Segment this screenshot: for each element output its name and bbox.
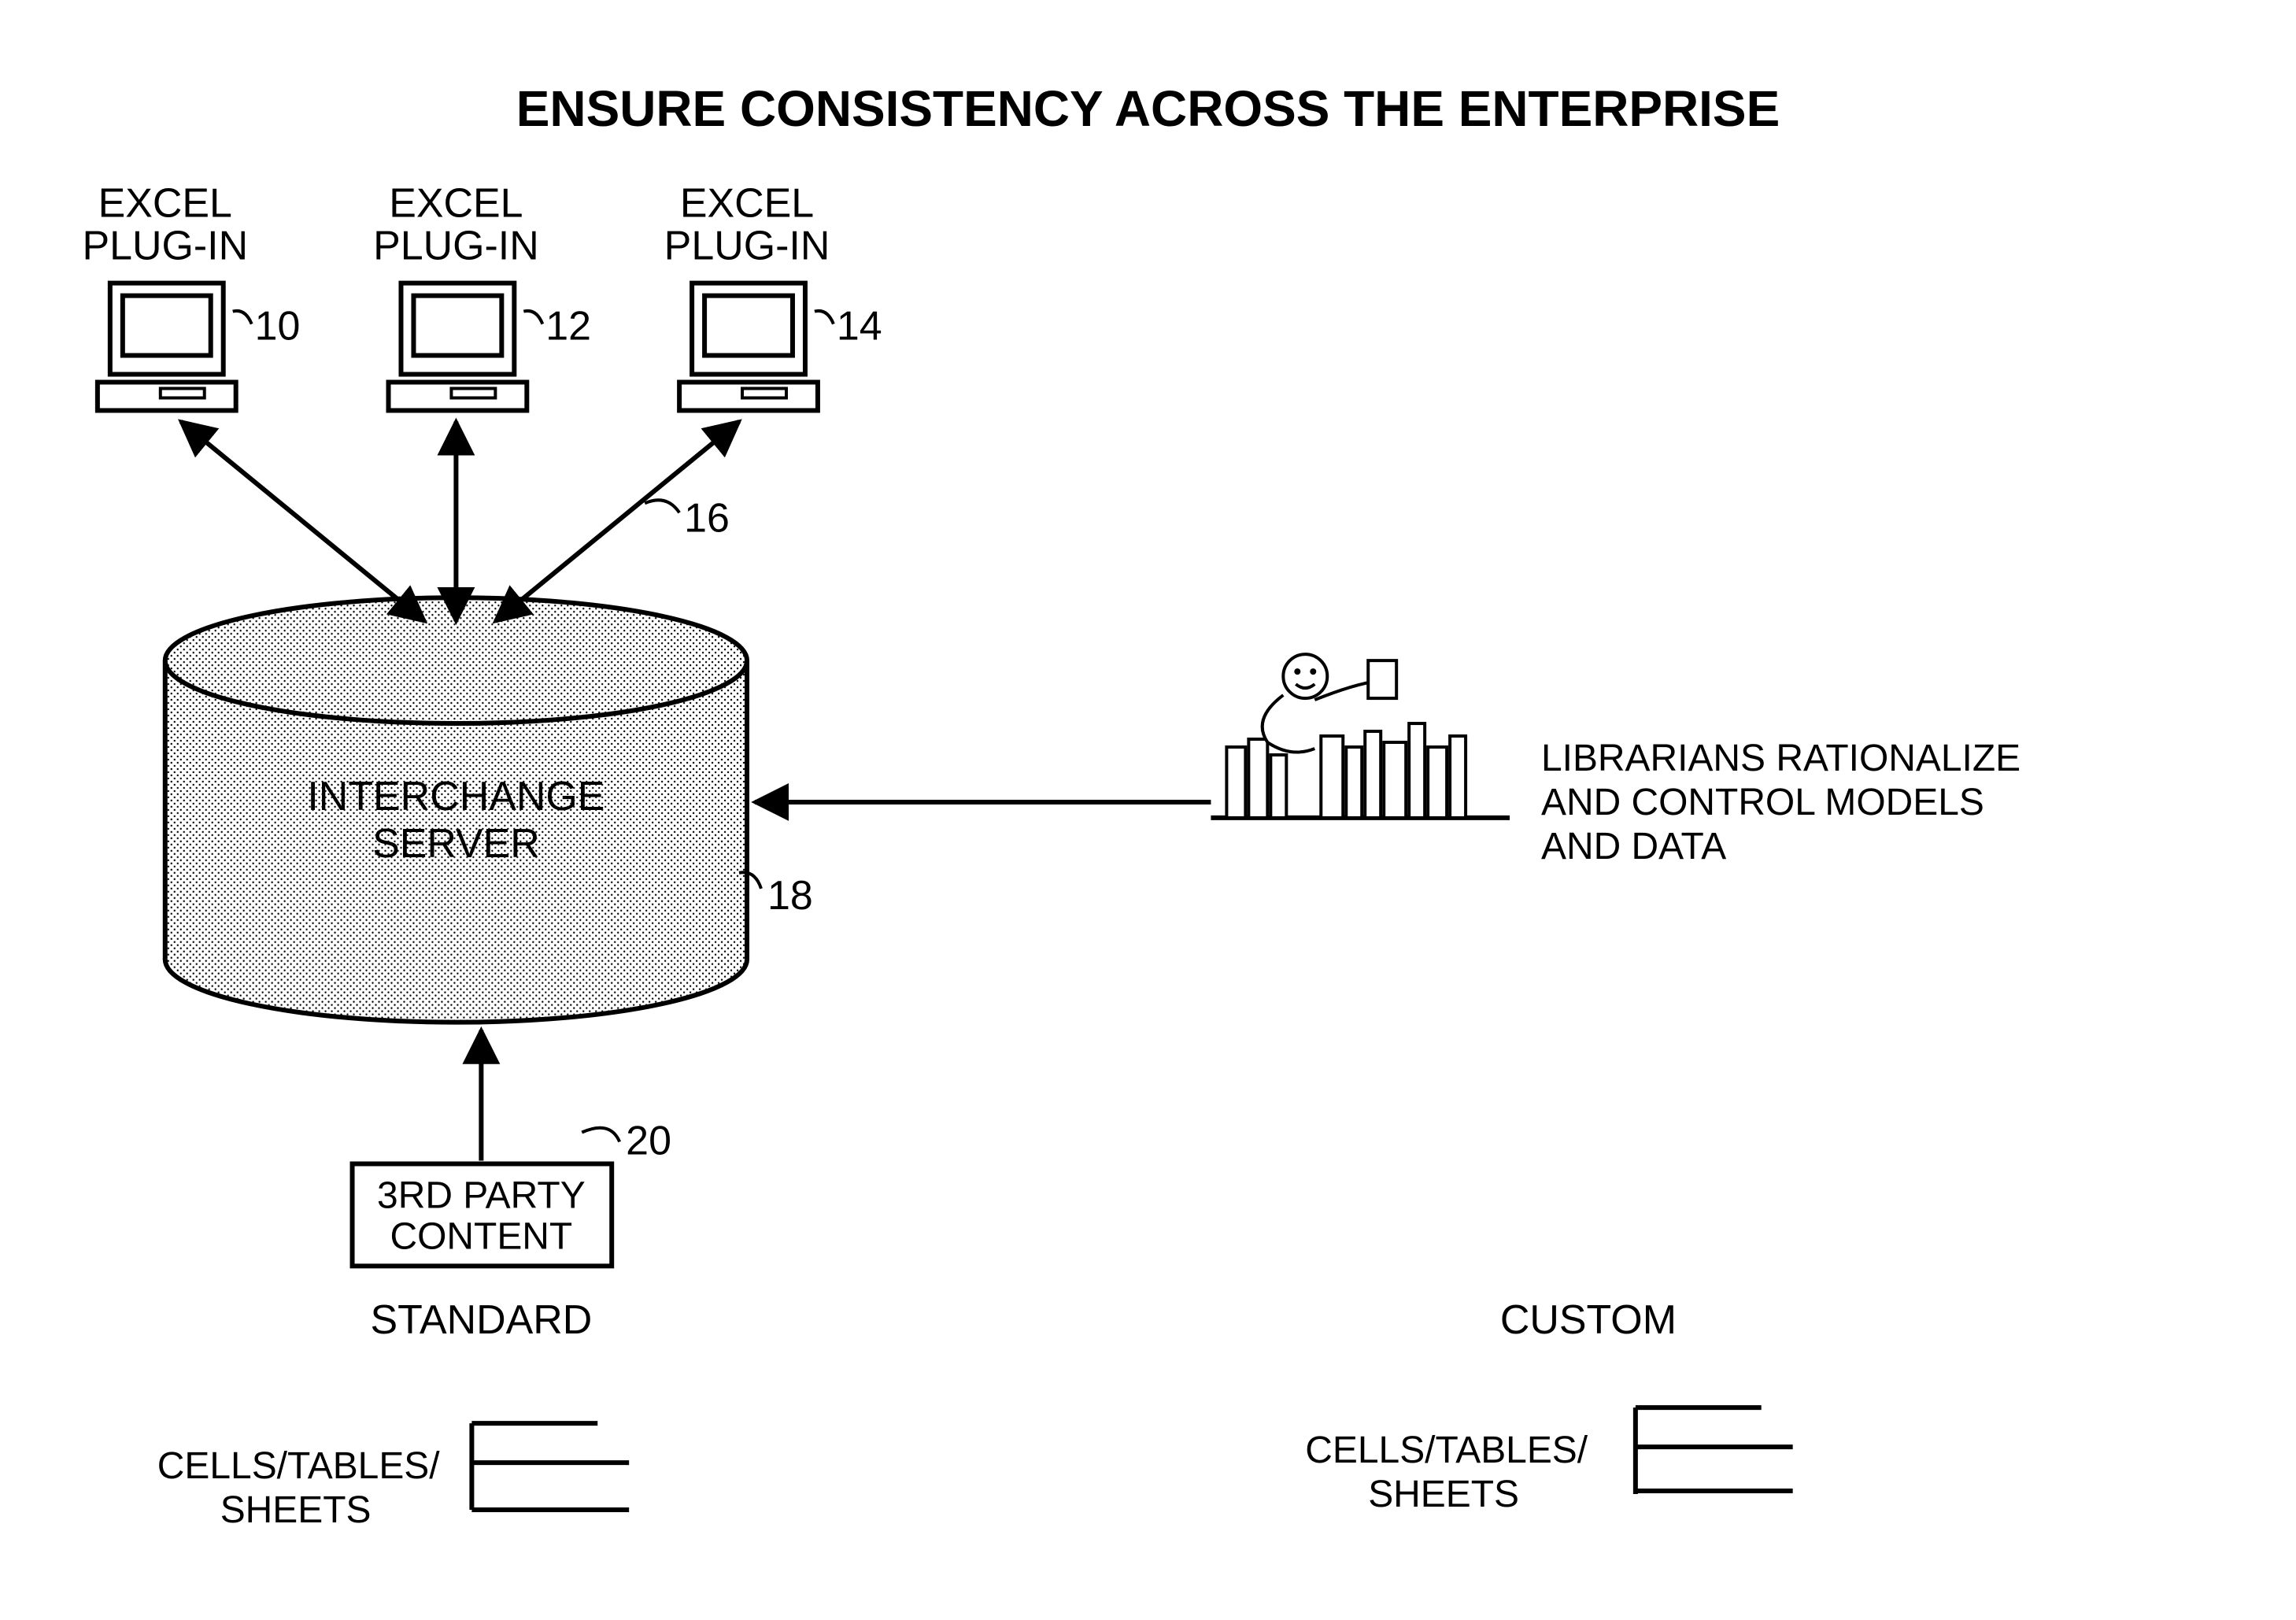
leader-line xyxy=(523,311,542,324)
standard-sheets-icon xyxy=(471,1423,629,1510)
link-ref: 16 xyxy=(684,495,730,541)
client-pc-2: EXCEL PLUG-IN 12 xyxy=(373,181,591,411)
computer-icon xyxy=(98,283,236,411)
librarian-text-3: AND DATA xyxy=(1541,826,1726,867)
standard-line2: SHEETS xyxy=(220,1489,372,1531)
leader-line xyxy=(582,1128,619,1142)
third-party-label-2: CONTENT xyxy=(390,1215,573,1257)
leader-line xyxy=(645,500,679,512)
interchange-server: INTERCHANGE SERVER 18 xyxy=(165,597,813,1022)
client-pc-3: EXCEL PLUG-IN 14 xyxy=(664,181,882,411)
third-party-label-1: 3RD PARTY xyxy=(377,1174,586,1216)
client-2-label1: EXCEL xyxy=(389,181,523,227)
diagram-title: ENSURE CONSISTENCY ACROSS THE ENTERPRISE xyxy=(516,80,1780,137)
custom-sheets-icon xyxy=(1636,1407,1793,1494)
client-2-ref: 12 xyxy=(545,304,591,350)
librarian-text-2: AND CONTROL MODELS xyxy=(1541,782,1984,823)
link-client1-server xyxy=(181,421,425,621)
client-3-ref: 14 xyxy=(837,304,882,350)
leader-line xyxy=(815,311,834,324)
computer-icon xyxy=(388,283,527,411)
client-1-ref: 10 xyxy=(255,304,301,350)
custom-line1: CELLS/TABLES/ xyxy=(1305,1430,1588,1471)
client-3-label1: EXCEL xyxy=(680,181,814,227)
server-ref: 18 xyxy=(767,873,813,919)
librarian-icon xyxy=(1211,654,1510,818)
custom-line2: SHEETS xyxy=(1368,1474,1519,1515)
computer-icon xyxy=(679,283,818,411)
client-2-label2: PLUG-IN xyxy=(373,224,539,269)
server-label-2: SERVER xyxy=(372,821,540,867)
standard-heading: STANDARD xyxy=(370,1297,592,1343)
standard-line1: CELLS/TABLES/ xyxy=(157,1445,440,1487)
custom-heading: CUSTOM xyxy=(1500,1297,1677,1343)
client-1-label2: PLUG-IN xyxy=(82,224,248,269)
leader-line xyxy=(233,311,252,324)
server-label-1: INTERCHANGE xyxy=(307,774,605,819)
client-3-label2: PLUG-IN xyxy=(664,224,830,269)
third-party-content: 3RD PARTY CONTENT 20 xyxy=(353,1118,671,1266)
client-1-label1: EXCEL xyxy=(98,181,232,227)
librarian-text-1: LIBRARIANS RATIONALIZE xyxy=(1541,738,2021,779)
third-party-ref: 20 xyxy=(626,1118,671,1163)
client-pc-1: EXCEL PLUG-IN 10 xyxy=(82,181,300,411)
